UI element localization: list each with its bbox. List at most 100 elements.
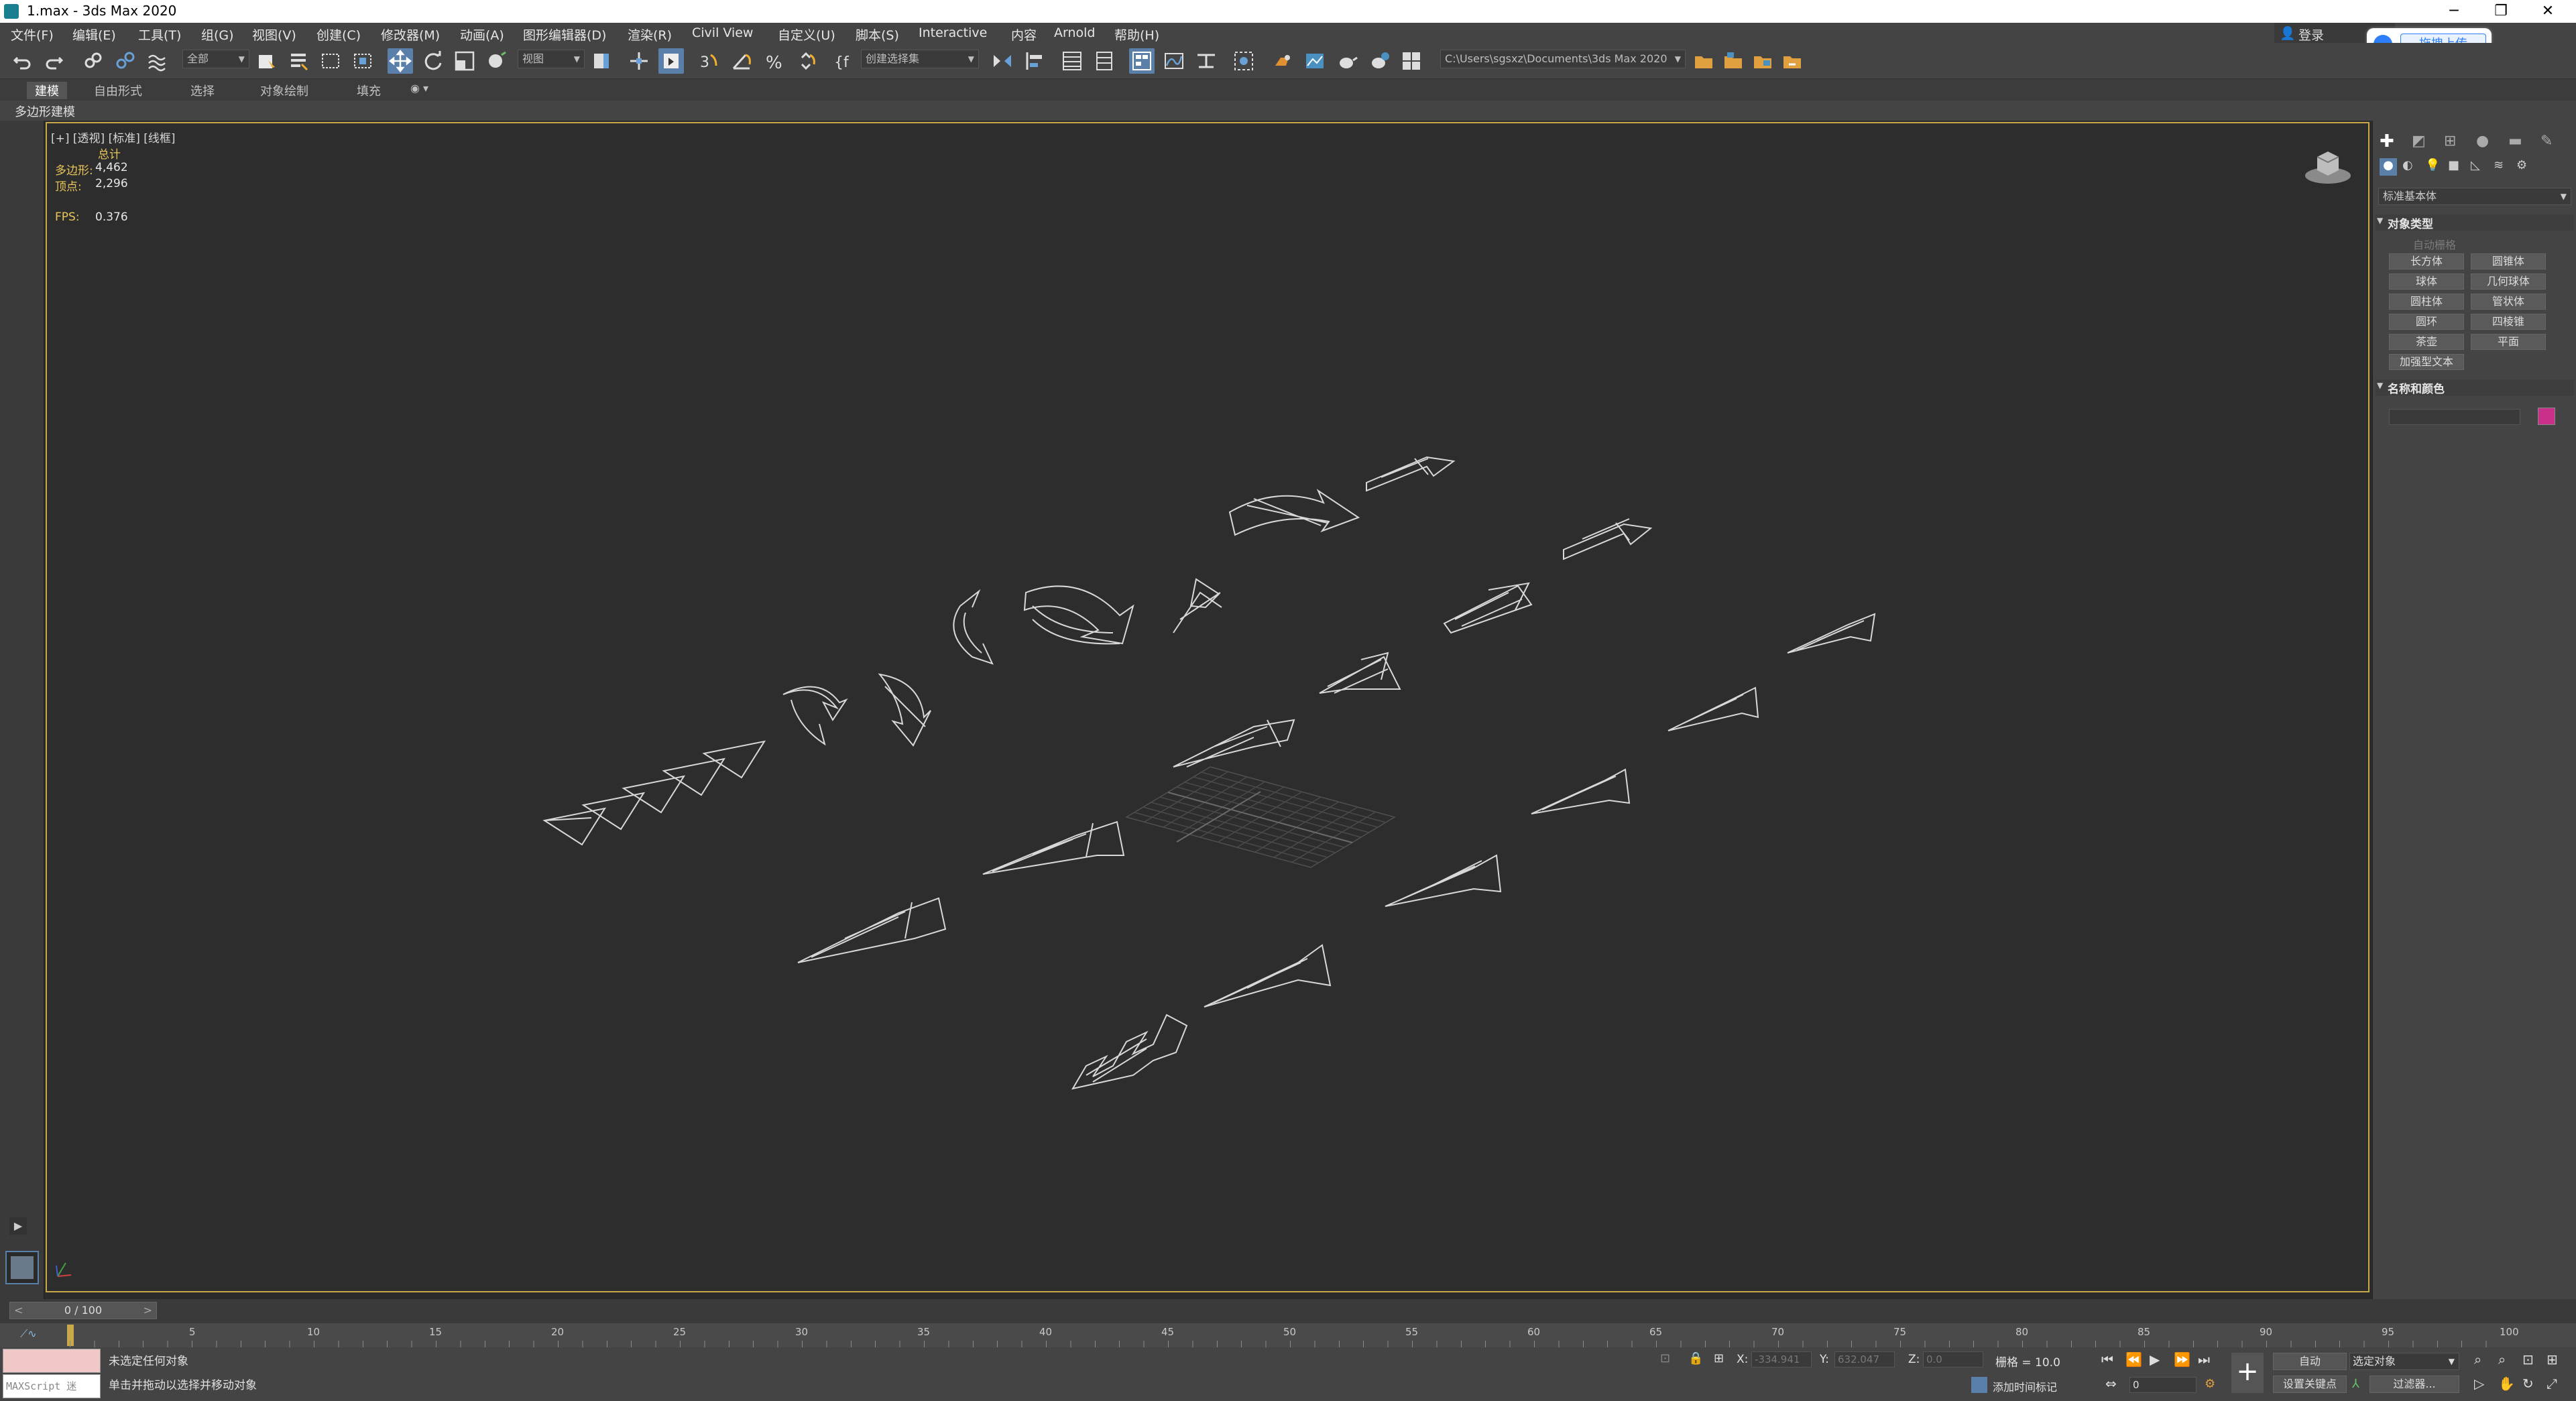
close-button[interactable]: ✕ xyxy=(2528,1,2568,21)
spinner-snap-toggle[interactable] xyxy=(794,48,819,74)
select-and-place-button[interactable] xyxy=(484,48,510,74)
render-in-cloud-button[interactable] xyxy=(1366,48,1392,74)
hierarchy-tab-icon[interactable]: ⊞ xyxy=(2444,133,2456,149)
menu-customize[interactable]: 自定义(U) xyxy=(778,25,835,44)
isolate-selection-icon[interactable]: ⊡ xyxy=(1660,1351,1670,1365)
edit-named-selection-button[interactable]: {f xyxy=(831,48,857,74)
redo-button[interactable] xyxy=(42,48,67,74)
open-folder-button[interactable] xyxy=(1720,48,1746,74)
tab-populate[interactable]: 填充 xyxy=(357,82,381,99)
set-key-button[interactable]: 设置关键点 xyxy=(2273,1376,2347,1393)
tube-button[interactable]: 管状体 xyxy=(2471,294,2546,310)
ribbon-options-icon[interactable]: ◉ ▾ xyxy=(410,82,428,95)
x-coordinate-field[interactable]: -334.941 xyxy=(1751,1351,1812,1367)
object-name-input[interactable] xyxy=(2389,409,2520,425)
select-manipulate-button[interactable] xyxy=(626,48,652,74)
menu-file[interactable]: 文件(F) xyxy=(11,25,54,44)
viewport-layout-thumbnail[interactable] xyxy=(5,1251,39,1284)
menu-tools[interactable]: 工具(T) xyxy=(138,25,181,44)
link-button[interactable] xyxy=(80,48,106,74)
select-and-rotate-button[interactable] xyxy=(420,48,445,74)
pan-view-icon[interactable]: ✋ xyxy=(2498,1376,2515,1392)
motion-tab-icon[interactable]: ● xyxy=(2476,133,2489,149)
modify-tab-icon[interactable]: ◩ xyxy=(2412,133,2426,149)
maxscript-listener-top[interactable] xyxy=(3,1349,101,1373)
mini-curve-editor-icon[interactable]: ⟋∿ xyxy=(20,1327,37,1341)
name-color-rollout-header[interactable]: ▼ 名称和颜色 xyxy=(2376,379,2574,396)
reference-coordinate-dropdown[interactable]: 视图 ▼ xyxy=(518,50,585,68)
project-folder-dropdown[interactable]: C:\Users\sgsxz\Documents\3ds Max 2020 ▼ xyxy=(1440,50,1686,68)
time-tag-icon[interactable] xyxy=(1971,1377,1987,1393)
render-shortcuts-button[interactable] xyxy=(1399,48,1424,74)
menu-group[interactable]: 组(G) xyxy=(201,25,234,44)
geometry-icon[interactable]: ● xyxy=(2380,158,2397,176)
zoom-icon[interactable]: ⌕ xyxy=(2474,1351,2481,1367)
cone-button[interactable]: 圆锥体 xyxy=(2471,253,2546,269)
go-to-start-icon[interactable]: ⏮ xyxy=(2101,1351,2113,1367)
key-filter-dropdown[interactable]: 选定对象 ▼ xyxy=(2349,1353,2459,1370)
geosphere-button[interactable]: 几何球体 xyxy=(2471,273,2546,290)
play-icon[interactable]: ▶ xyxy=(2150,1351,2160,1367)
lights-icon[interactable]: 💡 xyxy=(2425,158,2440,172)
zoom-all-icon[interactable]: ⌕ xyxy=(2498,1351,2506,1367)
maxscript-mini-listener[interactable]: MAXScript 迷 xyxy=(3,1374,101,1398)
object-color-swatch[interactable] xyxy=(2538,408,2555,425)
tab-freeform[interactable]: 自由形式 xyxy=(94,82,142,99)
menu-civil-view[interactable]: Civil View xyxy=(692,25,753,40)
scene-explorer-button[interactable] xyxy=(1129,48,1155,74)
tab-object-paint[interactable]: 对象绘制 xyxy=(260,82,308,99)
time-slider[interactable]: < 0 / 100 > xyxy=(9,1302,157,1319)
menu-scripting[interactable]: 脚本(S) xyxy=(856,25,899,44)
percent-snap-toggle[interactable]: % xyxy=(762,48,787,74)
menu-interactive[interactable]: Interactive xyxy=(919,25,987,40)
object-category-dropdown[interactable]: 标准基本体 ▼ xyxy=(2378,188,2571,205)
go-to-end-icon[interactable]: ⏭ xyxy=(2198,1351,2210,1367)
curve-editor-button[interactable] xyxy=(1161,48,1187,74)
perspective-viewport[interactable]: [+] [透视] [标准] [线框] 总计 多边形: 4,462 顶点: 2,2… xyxy=(46,122,2369,1292)
angle-snap-toggle[interactable] xyxy=(729,48,755,74)
orbit-icon[interactable]: ↻ xyxy=(2522,1376,2534,1392)
schematic-view-button[interactable] xyxy=(1193,48,1219,74)
absolute-mode-icon[interactable]: ⊞ xyxy=(1714,1351,1724,1365)
menu-arnold[interactable]: Arnold xyxy=(1054,25,1095,40)
menu-edit[interactable]: 编辑(E) xyxy=(72,25,116,44)
select-and-move-button[interactable] xyxy=(388,48,413,74)
render-production-button[interactable] xyxy=(1334,48,1360,74)
folder-tools-button[interactable] xyxy=(1750,48,1775,74)
render-setup-button[interactable] xyxy=(1270,48,1295,74)
current-frame-field[interactable]: 0 xyxy=(2129,1377,2197,1393)
menu-modifiers[interactable]: 修改器(M) xyxy=(381,25,440,44)
teapot-button[interactable]: 茶壶 xyxy=(2389,334,2464,350)
undo-button[interactable] xyxy=(9,48,35,74)
selection-filter-dropdown[interactable]: 全部 ▼ xyxy=(182,50,249,68)
align-button[interactable] xyxy=(1022,48,1047,74)
box-button[interactable]: 长方体 xyxy=(2389,253,2464,269)
helpers-icon[interactable]: ◺ xyxy=(2471,158,2480,172)
select-and-scale-button[interactable] xyxy=(452,48,477,74)
selection-lock-icon[interactable]: 🔒 xyxy=(1688,1351,1703,1365)
menu-rendering[interactable]: 渲染(R) xyxy=(628,25,672,44)
layer-explorer-button[interactable] xyxy=(1059,48,1085,74)
set-key-icon[interactable]: + xyxy=(2231,1353,2264,1393)
minimize-button[interactable]: ─ xyxy=(2434,1,2474,21)
pivot-center-button[interactable] xyxy=(589,48,614,74)
menu-help[interactable]: 帮助(H) xyxy=(1114,25,1159,44)
text-plus-button[interactable]: 加强型文本 xyxy=(2389,354,2464,370)
material-editor-button[interactable] xyxy=(1231,48,1256,74)
tab-selection[interactable]: 选择 xyxy=(190,82,215,99)
display-tab-icon[interactable]: ▬ xyxy=(2508,133,2522,149)
cylinder-button[interactable]: 圆柱体 xyxy=(2389,294,2464,310)
key-mode-toggle-icon[interactable]: ⇔ xyxy=(2105,1376,2117,1392)
shapes-icon[interactable]: ◐ xyxy=(2402,158,2413,172)
torus-button[interactable]: 圆环 xyxy=(2389,314,2464,330)
rendered-frame-window-button[interactable] xyxy=(1302,48,1328,74)
expand-arrow-icon[interactable]: ▶ xyxy=(9,1217,27,1235)
named-selection-set-dropdown[interactable]: 创建选择集 ▼ xyxy=(861,50,979,68)
create-tab-icon[interactable]: ✚ xyxy=(2380,131,2394,151)
toggle-ribbon-button[interactable] xyxy=(1092,48,1117,74)
plane-button[interactable]: 平面 xyxy=(2471,334,2546,350)
sphere-button[interactable]: 球体 xyxy=(2389,273,2464,290)
menu-graph-editors[interactable]: 图形编辑器(D) xyxy=(523,25,606,44)
track-bar[interactable]: ⟋∿ 5 10 15 20 25 30 35 40 45 50 55 60 65… xyxy=(0,1323,2576,1347)
z-coordinate-field[interactable]: 0.0 xyxy=(1923,1351,1983,1367)
